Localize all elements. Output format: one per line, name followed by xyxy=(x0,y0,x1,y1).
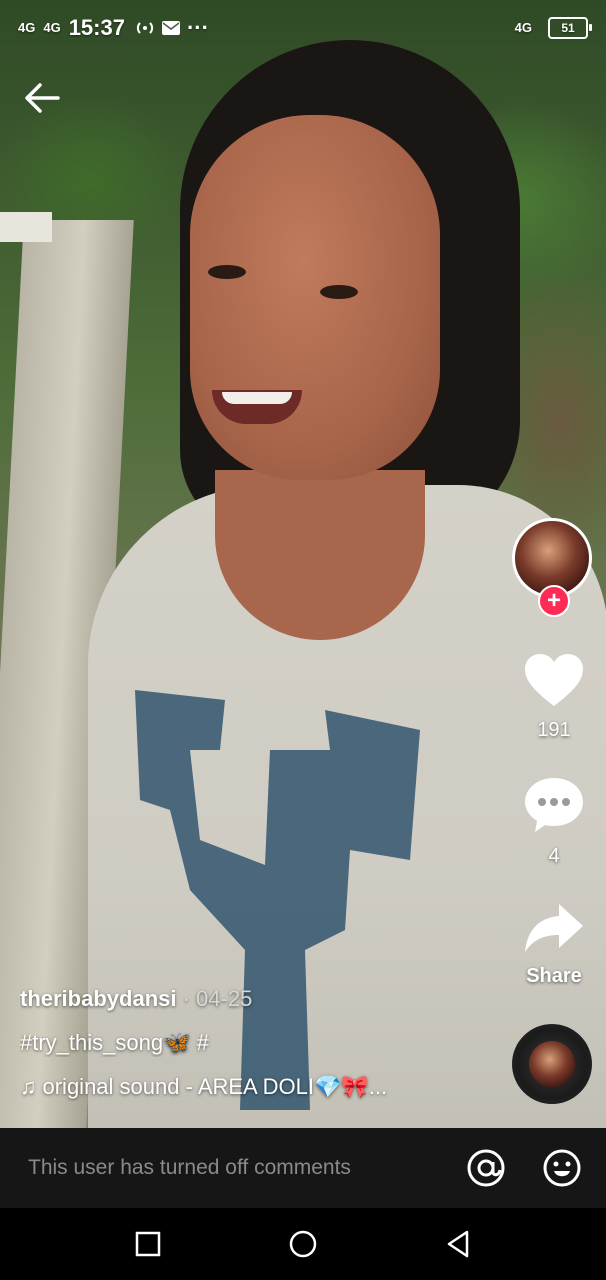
video-subject-face xyxy=(190,115,440,480)
hotspot-icon xyxy=(136,22,154,34)
comments-button[interactable]: 4 xyxy=(519,776,589,868)
mail-icon xyxy=(161,21,180,35)
status-time: 15:37 xyxy=(68,15,125,40)
like-button[interactable]: 191 xyxy=(519,652,589,742)
system-nav-bar xyxy=(0,1208,606,1280)
music-disc-button[interactable] xyxy=(512,1024,592,1104)
comment-bar: This user has turned off comments xyxy=(0,1128,606,1208)
network-indicator: 4G xyxy=(43,20,61,35)
battery-level: 51 xyxy=(561,21,575,35)
caption-text[interactable]: #try_this_song🦋 # xyxy=(20,1029,490,1057)
video-subject-eye xyxy=(320,285,358,299)
chat-bubble-icon xyxy=(525,778,583,832)
music-note-icon: ♫ xyxy=(20,1074,37,1099)
post-date: 04-25 xyxy=(196,986,253,1011)
heart-icon xyxy=(525,654,583,706)
like-count: 191 xyxy=(537,719,571,741)
plus-icon: + xyxy=(546,587,561,614)
at-sign-icon[interactable] xyxy=(466,1148,506,1188)
video-background-pillar-top xyxy=(0,212,52,242)
video-subject-eye xyxy=(208,265,246,279)
follow-button[interactable]: + xyxy=(538,585,570,617)
smiley-icon[interactable] xyxy=(542,1148,582,1188)
sound-info[interactable]: ♫ original sound - AREA DOLI💎🎀... xyxy=(20,1073,490,1101)
share-label: Share xyxy=(526,965,582,987)
video-subject-teeth xyxy=(222,392,292,404)
sound-cover-art xyxy=(529,1041,575,1087)
comment-count: 4 xyxy=(548,845,560,867)
date-separator: · xyxy=(176,986,197,1011)
share-button[interactable]: Share xyxy=(519,902,589,988)
circle-icon[interactable] xyxy=(288,1229,318,1259)
square-icon[interactable] xyxy=(133,1229,163,1259)
comments-disabled-text: This user has turned off comments xyxy=(28,1156,351,1179)
network-indicator: 4G xyxy=(18,20,36,35)
post-caption: theribabydansi · 04-25 #try_this_song🦋 #… xyxy=(20,985,490,1117)
caption-header: theribabydansi · 04-25 xyxy=(20,985,490,1013)
back-arrow-icon[interactable] xyxy=(22,78,62,118)
more-notifications-icon: ··· xyxy=(186,15,209,40)
triangle-back-icon[interactable] xyxy=(443,1229,473,1259)
sound-title: original sound - AREA DOLI💎🎀... xyxy=(42,1074,388,1099)
battery-icon: 51 xyxy=(548,17,592,39)
status-bar: 4G 4G 15:37 ··· 4G 51 xyxy=(0,0,606,56)
share-arrow-icon xyxy=(525,904,583,952)
network-indicator: 4G xyxy=(514,20,532,35)
creator-username[interactable]: theribabydansi xyxy=(20,986,176,1011)
